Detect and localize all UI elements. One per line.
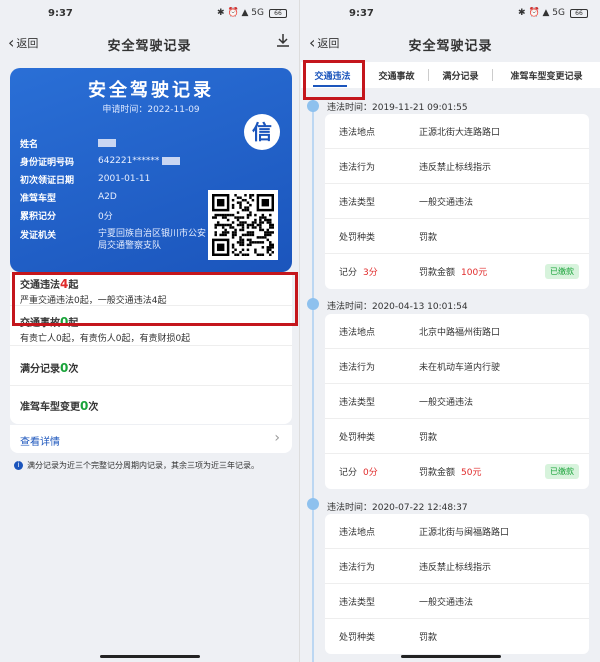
violation-highlight-box xyxy=(12,272,298,326)
tab-full-score[interactable]: 满分记录 xyxy=(429,69,493,82)
status-badge: 已缴款 xyxy=(545,264,579,279)
fine-value: 100元 xyxy=(461,268,488,278)
info-row-id: 身份证明号码 642221****** xyxy=(20,152,198,170)
status-time: 9:37 xyxy=(349,7,374,19)
record-row: 违法类型 一般交通违法 xyxy=(325,584,589,619)
timeline-line xyxy=(312,100,314,662)
info-row-first-license: 初次领证日期 2001-01-11 xyxy=(20,174,151,186)
violation-record[interactable]: 违法地点 北京中路福州街路口 违法行为 未在机动车道内行驶 违法类型 一般交通违法 处… xyxy=(325,314,589,489)
chevron-left-icon: ‹ xyxy=(309,33,316,52)
status-icons: ✱ ⏰ ▲ 5G xyxy=(217,8,264,18)
info-row-name: 姓名 xyxy=(20,134,198,152)
nav-bar: ‹ 返回 安全驾驶记录 xyxy=(0,26,299,62)
chevron-left-icon: ‹ xyxy=(8,33,15,52)
record-row: 违法地点 正源北街与闽福路路口 xyxy=(325,514,589,549)
record-card: 安全驾驶记录 申请时间：2022-11-09 信 姓名 身份证明号码 642221… xyxy=(10,68,292,272)
info-row-vehicle-class: 准驾车型 A2D xyxy=(20,192,117,204)
record-time: 违法时间：2020-04-13 10:01:54 xyxy=(327,302,468,312)
status-bar: 9:37 ✱ ⏰ ▲ 5G 66 xyxy=(0,0,299,26)
record-row: 违法行为 违反禁止标线指示 xyxy=(325,549,589,584)
card-info-rows: 姓名 身份证明号码 642221****** 初次领证日期 2001-01-11 准… xyxy=(20,134,198,224)
violation-record[interactable]: 违法地点 正源北街与闽福路路口 违法行为 违反禁止标线指示 违法类型 一般交通违法 处… xyxy=(325,514,589,654)
page-title: 安全驾驶记录 xyxy=(408,38,493,54)
masked-name xyxy=(98,138,116,147)
chevron-right-icon: › xyxy=(274,430,280,446)
summary-full-score[interactable]: 满分记录0次 xyxy=(10,346,292,386)
record-row: 处罚种类 罚款 xyxy=(339,633,438,643)
record-row: 违法地点 正源北街大连路路口 xyxy=(325,114,589,149)
back-button[interactable]: ‹ 返回 xyxy=(309,35,339,51)
record-time: 违法时间：2020-07-22 12:48:37 xyxy=(327,503,468,513)
timeline-dot xyxy=(307,498,319,510)
summary-vehicle-change[interactable]: 准驾车型变更0次 xyxy=(10,386,292,424)
timeline-dot xyxy=(307,298,319,310)
issuer-label: 发证机关 xyxy=(20,231,57,241)
back-label: 返回 xyxy=(16,37,39,50)
credit-seal-icon: 信 xyxy=(244,114,280,150)
qr-code-graphic xyxy=(212,194,274,256)
download-icon[interactable] xyxy=(275,33,291,53)
record-footer: 记分 0分 罚款金额 50元 已缴款 xyxy=(325,454,589,489)
record-time: 违法时间：2019-11-21 09:01:55 xyxy=(327,103,468,113)
battery-icon: 66 xyxy=(269,8,287,18)
accident-sub: 有责亡人0起，有责伤人0起，有责财损0起 xyxy=(20,334,191,344)
record-row: 违法类型 一般交通违法 xyxy=(325,184,589,219)
fine-value: 50元 xyxy=(461,468,482,478)
status-badge: 已缴款 xyxy=(545,464,579,479)
back-label: 返回 xyxy=(317,37,340,50)
record-row: 违法行为 违反禁止标线指示 xyxy=(325,149,589,184)
issuer-value: 宁夏回族自治区银川市公安局交通警察支队 xyxy=(98,229,207,251)
record-row: 违法地点 北京中路福州街路口 xyxy=(325,314,589,349)
status-bar: 9:37 ✱ ⏰ ▲ 5G 66 xyxy=(301,0,600,26)
tab-vehicle-change[interactable]: 准驾车型变更记录 xyxy=(493,69,600,82)
card-title: 安全驾驶记录 xyxy=(88,80,214,101)
status-icons: ✱ ⏰ ▲ 5G xyxy=(518,8,565,18)
battery-icon: 66 xyxy=(570,8,588,18)
home-indicator[interactable] xyxy=(401,655,501,658)
page-title: 安全驾驶记录 xyxy=(107,38,192,54)
violation-record[interactable]: 违法地点 正源北街大连路路口 违法行为 违反禁止标线指示 违法类型 一般交通违法 处罚… xyxy=(325,114,589,289)
nav-bar: ‹ 返回 安全驾驶记录 xyxy=(301,26,600,62)
status-time: 9:37 xyxy=(48,7,73,19)
qr-code xyxy=(208,190,278,260)
record-row: 处罚种类 罚款 xyxy=(325,219,589,254)
home-indicator[interactable] xyxy=(100,655,200,658)
tab-highlight-box xyxy=(303,60,365,100)
right-screen: 9:37 ✱ ⏰ ▲ 5G 66 ‹ 返回 安全驾驶记录 交通违法 交通事故 满… xyxy=(301,0,600,662)
info-row-points: 累积记分 0分 xyxy=(20,211,113,222)
info-icon: i xyxy=(14,461,23,470)
timeline-dot xyxy=(307,100,319,112)
back-button[interactable]: ‹ 返回 xyxy=(8,35,38,51)
score-value: 3分 xyxy=(363,268,378,278)
score-value: 0分 xyxy=(363,468,378,478)
record-row: 处罚种类 罚款 xyxy=(325,419,589,454)
left-screen: 9:37 ✱ ⏰ ▲ 5G 66 ‹ 返回 安全驾驶记录 安全驾驶记录 申请时间… xyxy=(0,0,300,662)
record-row: 违法行为 未在机动车道内行驶 xyxy=(325,349,589,384)
view-details-link[interactable]: 查看详情 › xyxy=(10,425,292,453)
apply-date: 申请时间：2022-11-09 xyxy=(102,105,200,115)
record-footer: 记分 3分 罚款金额 100元 已缴款 xyxy=(325,254,589,289)
tab-accident[interactable]: 交通事故 xyxy=(365,69,429,82)
record-row: 违法类型 一般交通违法 xyxy=(325,384,589,419)
masked-id xyxy=(162,156,181,165)
footnote: i 满分记录为近三个完整记分周期内记录，其余三项为近三年记录。 xyxy=(14,460,259,471)
